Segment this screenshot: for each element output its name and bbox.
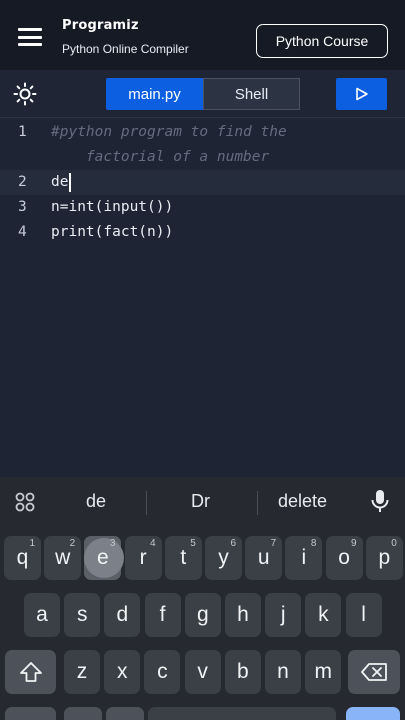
- suggestion-item[interactable]: de: [86, 491, 106, 512]
- key-hint: 0: [391, 538, 397, 549]
- code-comment: factorial of a number: [51, 149, 270, 165]
- key-y[interactable]: y6: [205, 536, 242, 580]
- key-hint: 3: [109, 538, 116, 549]
- key-x[interactable]: x: [104, 650, 141, 694]
- comma-key[interactable]: [64, 707, 102, 720]
- text-cursor: [69, 172, 72, 192]
- menu-icon[interactable]: [18, 28, 42, 46]
- run-button[interactable]: [336, 78, 387, 110]
- key-hint: 7: [270, 538, 277, 549]
- line-number: 1: [18, 124, 27, 140]
- python-course-button[interactable]: Python Course: [256, 24, 388, 58]
- toolbar: main.py Shell: [0, 70, 405, 118]
- key-i[interactable]: i8: [285, 536, 323, 580]
- key-l[interactable]: l: [345, 593, 382, 637]
- key-label: t: [180, 546, 187, 569]
- microphone-icon[interactable]: [367, 488, 393, 514]
- code-line: 1 #python program to find the: [0, 120, 405, 145]
- code-line-active: 2 de: [0, 170, 405, 195]
- key-z[interactable]: z: [64, 650, 100, 694]
- shift-key[interactable]: [5, 650, 56, 694]
- key-p[interactable]: p0: [365, 536, 403, 580]
- suggestion-item[interactable]: delete: [278, 491, 327, 512]
- key-v[interactable]: v: [184, 650, 221, 694]
- emoji-key[interactable]: [106, 707, 144, 720]
- code-comment: #python program to find the: [51, 124, 287, 140]
- tab-shell[interactable]: Shell: [203, 78, 300, 110]
- suggestion-item[interactable]: Dr: [191, 491, 210, 512]
- key-q[interactable]: q1: [4, 536, 41, 580]
- key-e[interactable]: e3: [84, 536, 125, 580]
- code-text: n=int(input()): [51, 199, 174, 215]
- key-hint: 9: [351, 538, 357, 549]
- code-line: 4 print(fact(n)): [0, 220, 405, 245]
- key-d[interactable]: d: [104, 593, 141, 637]
- key-hint: 6: [230, 538, 236, 549]
- key-c[interactable]: c: [144, 650, 181, 694]
- key-s[interactable]: s: [64, 593, 101, 637]
- brand[interactable]: Programiz Python Online Compiler: [62, 18, 189, 56]
- key-k[interactable]: k: [305, 593, 342, 637]
- key-label: p: [378, 546, 391, 569]
- key-f[interactable]: f: [144, 593, 181, 637]
- line-number: 2: [18, 174, 27, 190]
- backspace-key[interactable]: [348, 650, 400, 694]
- on-screen-keyboard: de Dr delete q1w2e3r4t5y6u7i8o9p0 asdfgh…: [0, 477, 405, 720]
- key-label: e: [97, 546, 109, 569]
- brand-subtitle: Python Online Compiler: [62, 42, 189, 56]
- key-m[interactable]: m: [305, 650, 342, 694]
- space-key[interactable]: [148, 707, 336, 720]
- key-r[interactable]: r4: [124, 536, 162, 580]
- key-label: r: [139, 546, 147, 569]
- key-hint: 2: [69, 538, 76, 549]
- key-a[interactable]: a: [24, 593, 60, 637]
- key-hint: 4: [150, 538, 156, 549]
- enter-key[interactable]: [346, 707, 400, 720]
- brand-logo: Programiz: [62, 18, 139, 33]
- code-line: 3 n=int(input()): [0, 195, 405, 220]
- code-text-wrap: de: [51, 170, 72, 195]
- key-g[interactable]: g: [184, 593, 221, 637]
- key-hint: 8: [310, 538, 317, 549]
- key-o[interactable]: o9: [325, 536, 363, 580]
- shift-icon: [19, 662, 42, 682]
- code-editor[interactable]: 1 #python program to find the factorial …: [0, 119, 405, 477]
- key-u[interactable]: u7: [245, 536, 283, 580]
- key-label: w: [55, 546, 71, 569]
- backspace-icon: [361, 663, 387, 681]
- key-hint: 1: [29, 538, 35, 549]
- key-j[interactable]: j: [265, 593, 302, 637]
- code-line: factorial of a number: [0, 145, 405, 170]
- line-number: 3: [18, 199, 27, 215]
- key-b[interactable]: b: [224, 650, 261, 694]
- key-t[interactable]: t5: [164, 536, 202, 580]
- key-h[interactable]: h: [225, 593, 261, 637]
- apps-grid-icon[interactable]: [14, 491, 36, 513]
- key-hint: 5: [190, 538, 196, 549]
- key-n[interactable]: n: [265, 650, 301, 694]
- key-label: u: [257, 546, 270, 569]
- code-text: print(fact(n)): [51, 224, 174, 240]
- code-text: de: [51, 174, 69, 190]
- suggestion-bar: de Dr delete: [0, 477, 405, 527]
- app-screen: Programiz Python Online Compiler Python …: [0, 0, 405, 720]
- line-number: 4: [18, 224, 27, 240]
- suggestion-divider: [146, 491, 147, 515]
- tab-main-py[interactable]: main.py: [106, 78, 203, 110]
- symbols-key[interactable]: [5, 707, 56, 720]
- play-icon: [355, 87, 368, 101]
- key-w[interactable]: w2: [44, 536, 82, 580]
- sun-icon[interactable]: [13, 82, 37, 106]
- header: Programiz Python Online Compiler Python …: [0, 0, 405, 70]
- key-label: o: [338, 546, 350, 569]
- suggestion-divider: [257, 491, 258, 515]
- key-label: i: [301, 546, 307, 569]
- key-label: q: [16, 546, 29, 569]
- key-label: y: [218, 546, 229, 569]
